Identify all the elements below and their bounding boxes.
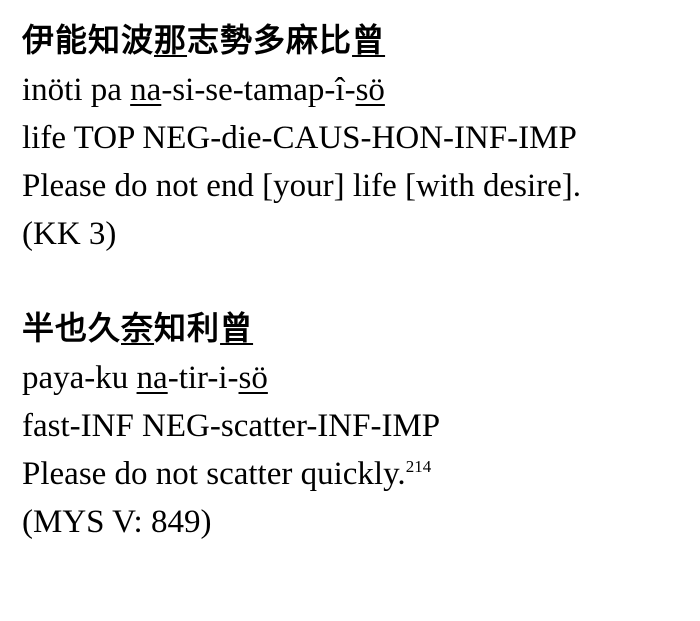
transliteration-segment-underlined: sö — [355, 72, 385, 108]
transliteration-segment: paya-ku — [22, 360, 137, 396]
translation-line: Please do not end [your] life [with desi… — [22, 162, 692, 210]
example-block-2: 半也久奈知利曾 paya-ku na-tir-i-sö fast-INF NEG… — [22, 302, 692, 546]
example-block-1: 伊能知波那志勢多麻比曾 inöti pa na-si-se-tamap-î-sö… — [22, 14, 692, 258]
transliteration-segment-underlined: na — [136, 360, 168, 396]
script-segment-underlined: 那 — [154, 21, 188, 59]
translation-text: Please do not end [your] life [with desi… — [22, 168, 582, 204]
script-segment-underlined: 奈 — [121, 309, 155, 347]
transliteration-segment: -si-se-tamap-î- — [161, 72, 356, 108]
document-page: 伊能知波那志勢多麻比曾 inöti pa na-si-se-tamap-î-sö… — [22, 14, 692, 546]
transliteration-segment: -tir-i- — [167, 360, 239, 396]
transliteration-line: inöti pa na-si-se-tamap-î-sö — [22, 66, 692, 114]
original-script-line: 伊能知波那志勢多麻比曾 — [22, 14, 692, 66]
transliteration-segment-underlined: sö — [238, 360, 268, 396]
source-citation: (MYS V: 849) — [22, 504, 212, 540]
transliteration-segment: inöti pa — [22, 72, 131, 108]
gloss-line: fast-INF NEG-scatter-INF-IMP — [22, 408, 441, 444]
script-segment: 半也久 — [22, 309, 122, 347]
source-citation: (KK 3) — [22, 216, 117, 252]
translation-text: Please do not scatter quickly. — [22, 456, 406, 492]
original-script-line: 半也久奈知利曾 — [22, 302, 692, 354]
script-segment-underlined: 曾 — [352, 21, 386, 59]
script-segment-underlined: 曾 — [220, 309, 254, 347]
footnote-marker: 214 — [405, 457, 432, 476]
transliteration-segment-underlined: na — [130, 72, 162, 108]
gloss-line: life TOP NEG-die-CAUS-HON-INF-IMP — [22, 120, 577, 156]
script-segment: 志勢多麻比 — [187, 21, 353, 59]
script-segment: 伊能知波 — [22, 21, 155, 59]
transliteration-line: paya-ku na-tir-i-sö — [22, 354, 692, 402]
translation-line: Please do not scatter quickly.214 — [22, 450, 692, 498]
script-segment: 知利 — [154, 309, 221, 347]
